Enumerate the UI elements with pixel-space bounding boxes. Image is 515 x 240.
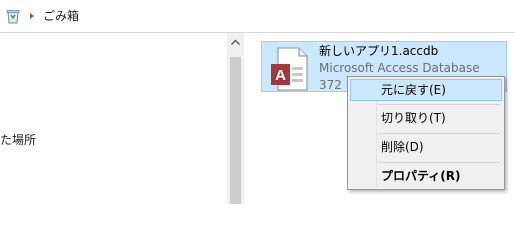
recycle-bin-icon bbox=[6, 10, 20, 24]
menu-separator bbox=[378, 104, 500, 105]
scroll-up-arrow-icon[interactable] bbox=[230, 38, 241, 47]
menu-item-cut[interactable]: 切り取り(T) bbox=[350, 107, 502, 129]
menu-separator bbox=[378, 162, 500, 163]
menu-item-properties[interactable]: プロパティ(R) bbox=[350, 165, 502, 187]
context-menu: 元に戻す(E) 切り取り(T) 削除(D) プロパティ(R) bbox=[347, 76, 505, 190]
menu-separator bbox=[378, 133, 500, 134]
nav-scrollbar[interactable] bbox=[227, 33, 244, 204]
menu-item-restore[interactable]: 元に戻す(E) bbox=[350, 79, 502, 101]
menu-item-delete[interactable]: 削除(D) bbox=[350, 136, 502, 158]
file-name[interactable]: 新しいアプリ1.accdb bbox=[319, 43, 438, 59]
scroll-thumb[interactable] bbox=[230, 57, 241, 204]
navigation-pane: た場所 bbox=[0, 33, 228, 204]
chevron-right-icon[interactable] bbox=[28, 10, 36, 22]
breadcrumb-location[interactable]: ごみ箱 bbox=[43, 8, 79, 24]
nav-item-label[interactable]: た場所 bbox=[0, 132, 36, 148]
access-database-icon: A bbox=[271, 47, 308, 91]
access-letter: A bbox=[275, 67, 286, 84]
file-type: Microsoft Access Database bbox=[319, 61, 480, 75]
address-bar[interactable]: ごみ箱 bbox=[0, 0, 515, 33]
